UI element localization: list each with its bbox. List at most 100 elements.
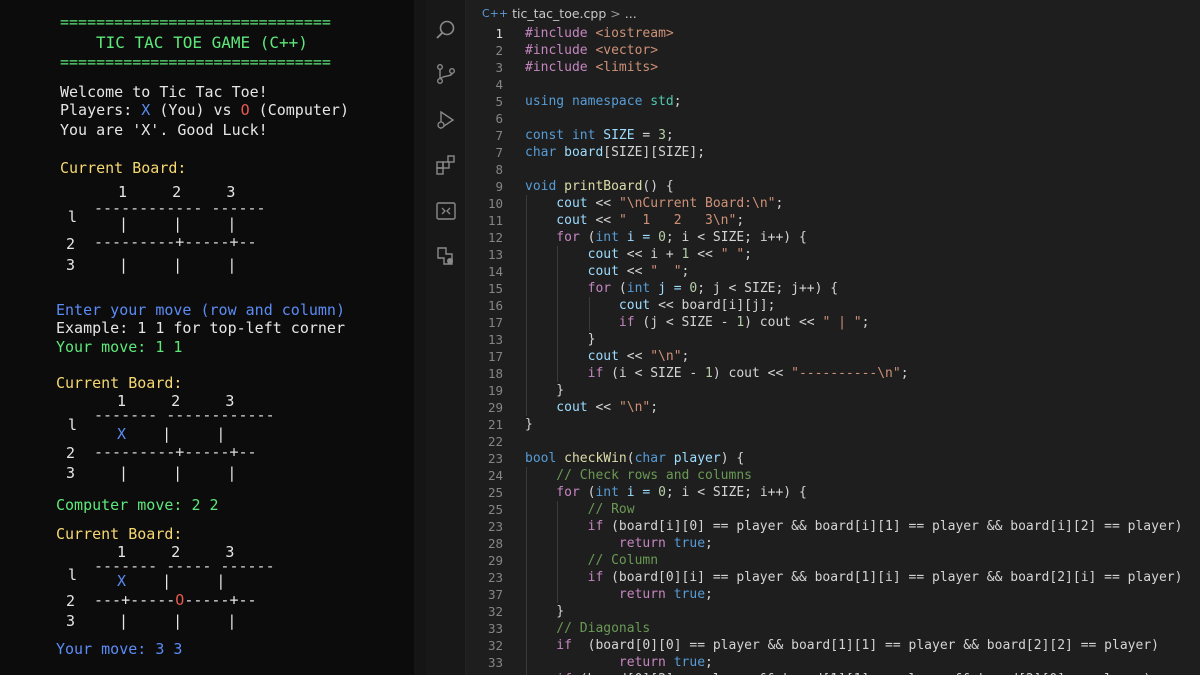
- code-line[interactable]: 1 #include <iostream>: [466, 25, 1200, 42]
- code-token: <limits>: [595, 60, 659, 75]
- code-line[interactable]: 5 using namespace std;: [466, 93, 1200, 110]
- code-token: cout: [525, 247, 627, 262]
- code-line[interactable]: 29 // Column: [466, 552, 1200, 569]
- code-token: void: [525, 179, 565, 194]
- code-editor[interactable]: C++ tic_tac_toe.cpp > ... 1 #include <ios…: [466, 0, 1200, 675]
- terminal-line: 3: [66, 612, 76, 630]
- code-line[interactable]: 37 return true;: [466, 586, 1200, 603]
- terminal-line: Computer move: 2 2: [56, 496, 219, 514]
- breadcrumb: C++ tic_tac_toe.cpp > ...: [482, 4, 637, 22]
- line-number: 32: [487, 638, 503, 653]
- search-icon[interactable]: [434, 18, 458, 42]
- terminal-line: You are 'X'. Good Luck!: [60, 121, 268, 139]
- terminal-line: Your move: 1 1: [56, 338, 183, 356]
- code-line[interactable]: 10 cout << "\nCurrent Board:\n";: [466, 195, 1200, 212]
- line-number: 5: [495, 94, 503, 109]
- code-token: 1: [736, 315, 745, 330]
- extensions-icon[interactable]: [434, 153, 458, 177]
- terminal-text: (You) vs: [150, 101, 241, 119]
- code-line[interactable]: 14 cout << " ";: [466, 263, 1200, 280]
- code-line[interactable]: 13 }: [466, 331, 1200, 348]
- remote-explorer-icon[interactable]: [434, 199, 458, 223]
- breadcrumb-more[interactable]: ...: [625, 6, 637, 21]
- line-number: 29: [487, 400, 503, 415]
- code-token: int: [595, 230, 627, 245]
- code-token: #include: [525, 43, 596, 58]
- code-line[interactable]: 15 for (int j = 0; j < SIZE; j++) {: [466, 280, 1200, 297]
- code-line[interactable]: 23 if (board[i][0] == player && board[i]…: [466, 518, 1200, 535]
- terminal-line: Welcome to Tic Tac Toe!: [60, 83, 268, 101]
- code-token: using namespace: [525, 94, 651, 109]
- line-number: 18: [487, 366, 503, 381]
- code-line[interactable]: 32 }: [466, 603, 1200, 620]
- code-line[interactable]: 22: [466, 433, 1200, 450]
- code-line[interactable]: 4: [466, 76, 1200, 93]
- code-line[interactable]: 33 // Diagonals: [466, 620, 1200, 637]
- code-token: "\n": [650, 349, 682, 364]
- code-line[interactable]: 19 }: [466, 382, 1200, 399]
- code-line[interactable]: 25 for (int i = 0; i < SIZE; i++) {: [466, 484, 1200, 501]
- code-text: cout << "\nCurrent Board:\n";: [525, 195, 783, 212]
- code-line[interactable]: 8: [466, 161, 1200, 178]
- code-token: <<: [626, 264, 651, 279]
- code-token: // Check rows and columns: [525, 468, 752, 483]
- code-text: return true;: [525, 654, 713, 671]
- line-number: 24: [487, 468, 503, 483]
- code-line[interactable]: 29 cout << "\n";: [466, 399, 1200, 416]
- code-line[interactable]: 7 const int SIZE = 3;: [466, 127, 1200, 144]
- code-line[interactable]: 32 if (board[0][0] == player && board[1]…: [466, 637, 1200, 654]
- code-token: }: [525, 417, 533, 432]
- terminal-line: X | |: [117, 572, 225, 591]
- code-line[interactable]: 11 cout << " 1 2 3\n";: [466, 212, 1200, 229]
- code-line[interactable]: 16 cout << board[i][j];: [466, 297, 1200, 314]
- code-line[interactable]: 23 bool checkWin(char player) {: [466, 450, 1200, 467]
- code-token: ; i < SIZE; i++) {: [665, 230, 807, 245]
- code-line[interactable]: 3 #include <limits>: [466, 59, 1200, 76]
- code-token: << i +: [626, 247, 682, 262]
- code-line[interactable]: 17 if (j < SIZE - 1) cout << " | ";: [466, 314, 1200, 331]
- terminal-panel[interactable]: ============================== TIC TAC TO…: [0, 0, 414, 675]
- code-line[interactable]: 12 for (int i = 0; i < SIZE; i++) {: [466, 229, 1200, 246]
- code-line[interactable]: 13 cout << i + 1 << " ";: [466, 246, 1200, 263]
- panel-divider[interactable]: [414, 0, 426, 675]
- code-line[interactable]: 2 #include <vector>: [466, 42, 1200, 59]
- code-line[interactable]: 7 char board[SIZE][SIZE];: [466, 144, 1200, 161]
- code-text: }: [525, 416, 533, 433]
- code-line[interactable]: 23 if (board[0][i] == player && board[1]…: [466, 569, 1200, 586]
- code-line[interactable]: 34 if (board[0][2] == player && board[1]…: [466, 671, 1200, 675]
- code-token: }: [525, 604, 565, 619]
- code-token: #include: [525, 60, 596, 75]
- line-number: 11: [487, 213, 503, 228]
- line-number: 19: [487, 383, 503, 398]
- code-token: int: [595, 485, 627, 500]
- code-line[interactable]: 24 // Check rows and columns: [466, 467, 1200, 484]
- code-line[interactable]: 21}: [466, 416, 1200, 433]
- terminal-line: Current Board:: [56, 525, 183, 543]
- code-token: checkWin: [564, 451, 627, 466]
- line-number: 17: [487, 315, 503, 330]
- source-control-icon[interactable]: [434, 62, 458, 86]
- code-line[interactable]: 6: [466, 110, 1200, 127]
- terminal-line: l: [68, 416, 78, 434]
- code-token: char: [525, 145, 565, 160]
- testing-icon[interactable]: [434, 244, 458, 268]
- code-token: ;: [775, 196, 784, 211]
- code-line[interactable]: 17 cout << "\n";: [466, 348, 1200, 365]
- code-line[interactable]: 28 return true;: [466, 535, 1200, 552]
- breadcrumb-file[interactable]: tic_tac_toe.cpp: [512, 6, 606, 21]
- code-line[interactable]: 18 if (i < SIZE - 1) cout << "----------…: [466, 365, 1200, 382]
- code-token: (board[0][0] == player && board[1][1] ==…: [587, 638, 1159, 653]
- code-token: ;: [705, 655, 713, 670]
- code-token: // Column: [525, 553, 659, 568]
- code-token: ;: [681, 264, 690, 279]
- code-line[interactable]: 9 void printBoard() {: [466, 178, 1200, 195]
- run-debug-icon[interactable]: [434, 108, 458, 132]
- code-line[interactable]: 33 return true;: [466, 654, 1200, 671]
- terminal-text: X: [117, 425, 127, 443]
- code-token: true: [673, 536, 706, 551]
- terminal-line: l: [68, 566, 78, 584]
- code-line[interactable]: 25 // Row: [466, 501, 1200, 518]
- terminal-line: ==============================: [60, 53, 331, 71]
- code-text: cout << board[i][j];: [525, 297, 776, 314]
- code-token: ;: [681, 349, 690, 364]
